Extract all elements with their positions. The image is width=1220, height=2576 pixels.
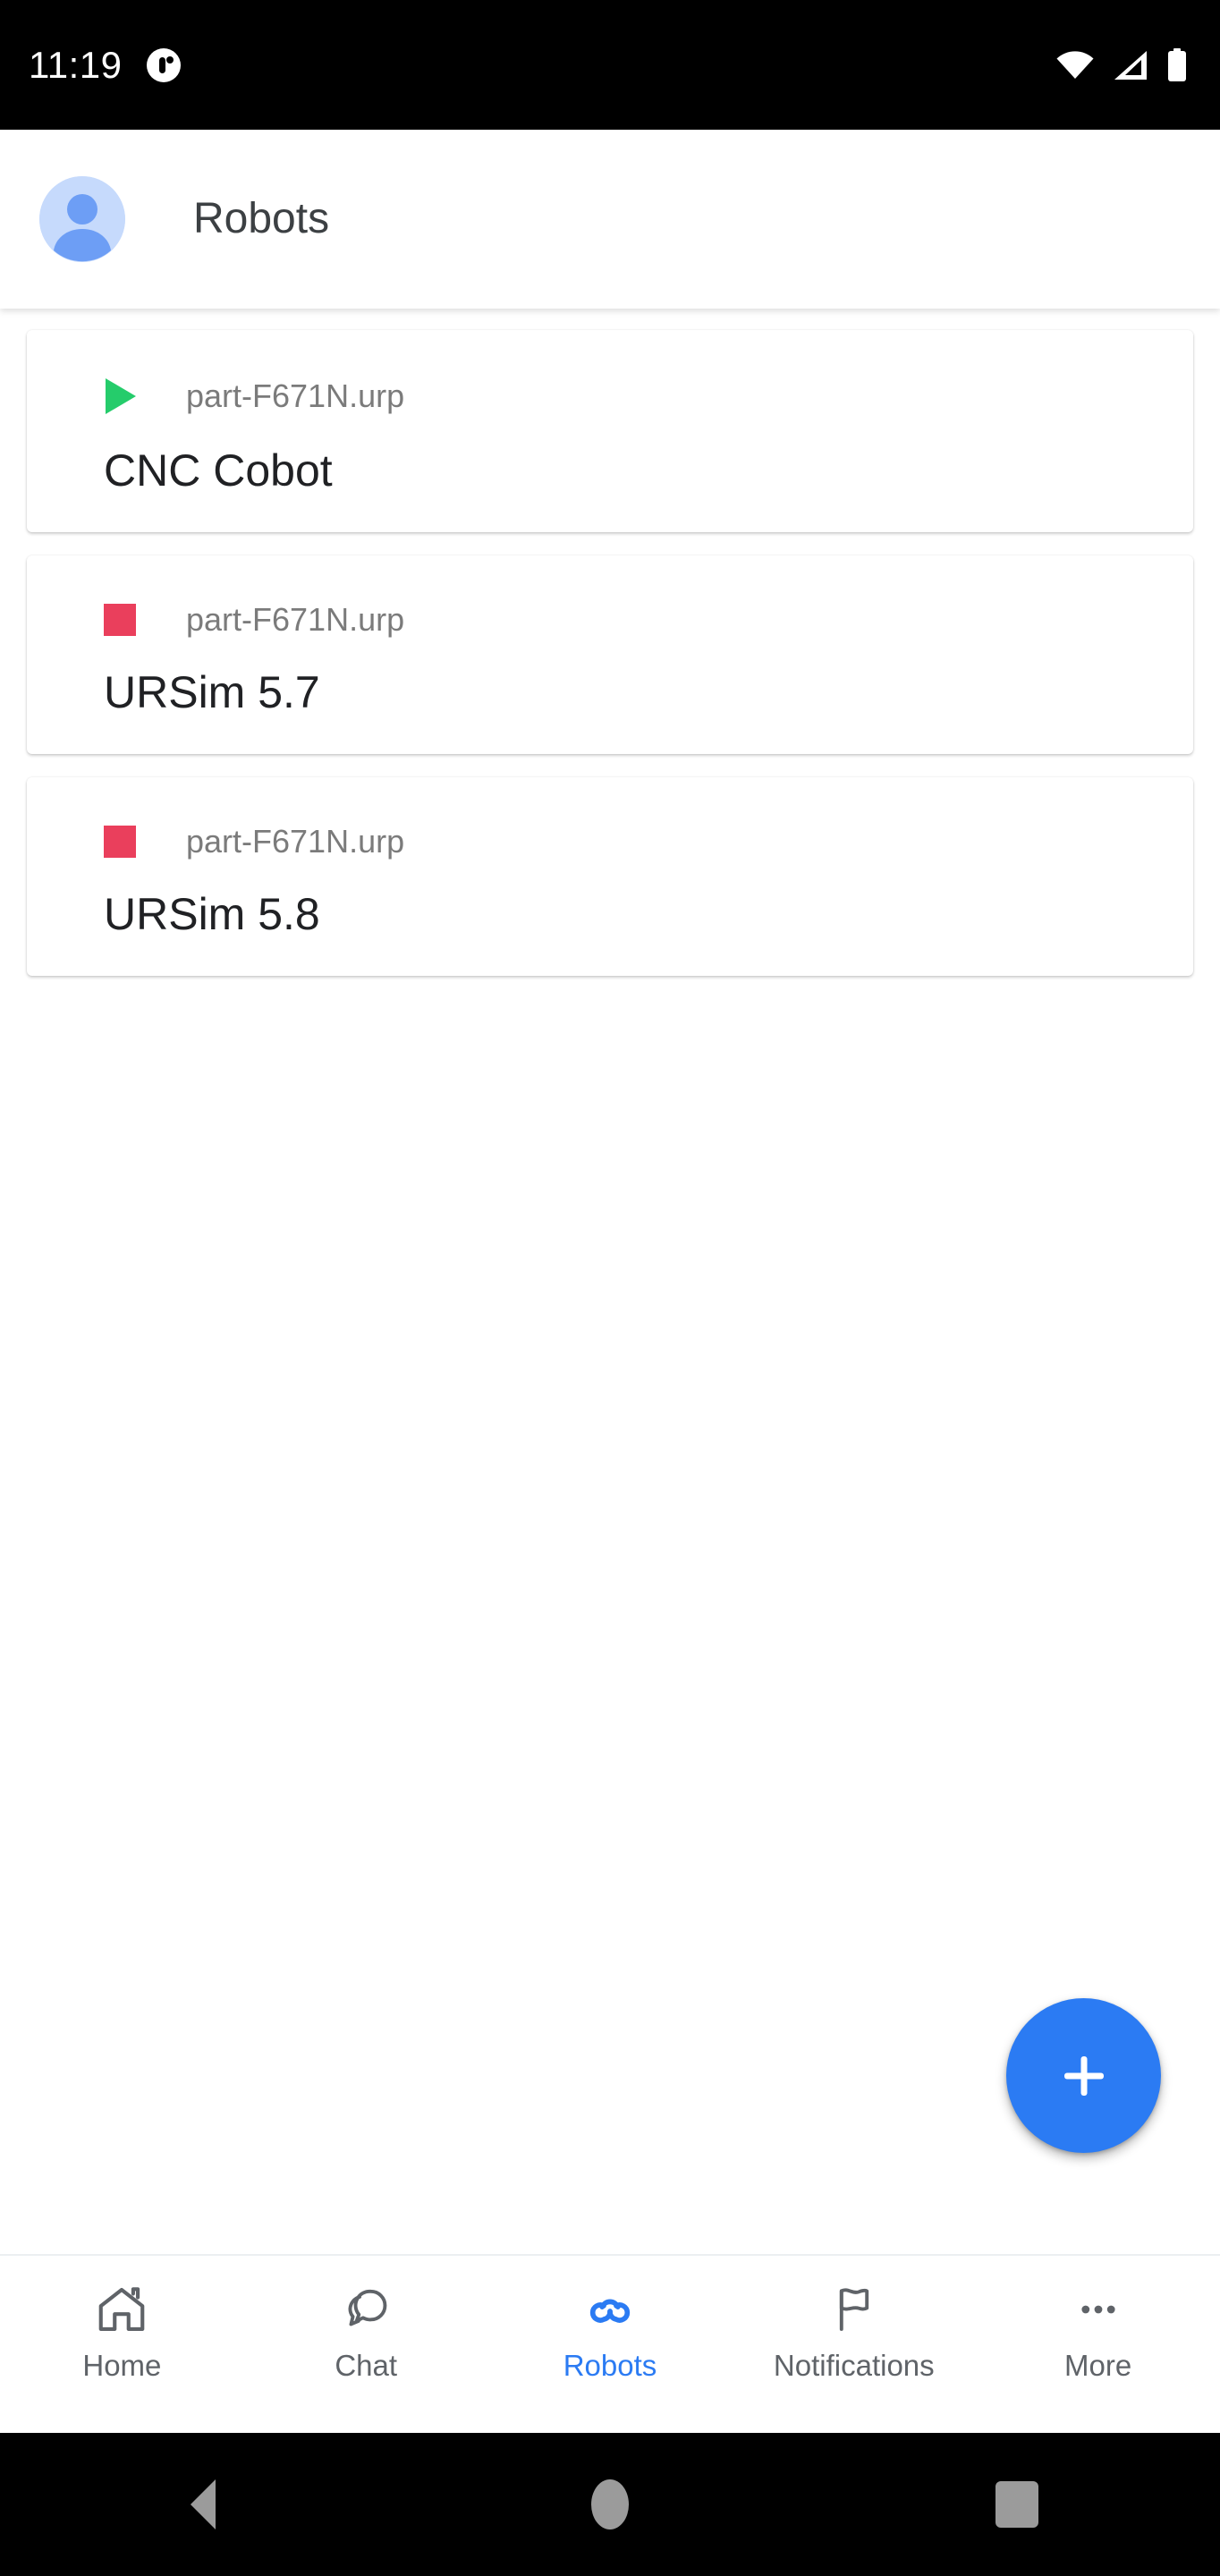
robot-card[interactable]: part-F671N.urp CNC Cobot — [27, 330, 1193, 532]
robot-program-name: part-F671N.urp — [186, 823, 405, 860]
status-bar-left: 11:19 — [29, 43, 182, 86]
battery-full-icon — [1166, 47, 1188, 82]
back-triangle-icon — [191, 2479, 216, 2529]
robot-card[interactable]: part-F671N.urp URSim 5.8 — [27, 777, 1193, 976]
system-home-button[interactable] — [407, 2479, 814, 2529]
status-bar-right — [1055, 47, 1188, 82]
wifi-full-icon — [1055, 50, 1095, 80]
robot-card-status-row: part-F671N.urp — [27, 604, 1193, 636]
play-icon — [106, 378, 136, 414]
system-navigation-bar — [0, 2433, 1220, 2576]
nav-label: Robots — [563, 2349, 657, 2382]
app-bar: Robots — [0, 130, 1220, 309]
nav-item-robots[interactable]: Robots — [488, 2281, 733, 2380]
chat-bubble-icon — [338, 2281, 394, 2338]
add-robot-fab[interactable] — [1006, 1998, 1161, 2153]
page-title: Robots — [193, 195, 330, 242]
robots-loop-icon — [582, 2281, 638, 2338]
nav-label: Home — [82, 2349, 162, 2382]
stop-icon — [104, 604, 136, 636]
bottom-navigation: Home Chat Robots Notifications More — [0, 2254, 1220, 2433]
nav-item-notifications[interactable]: Notifications — [732, 2281, 976, 2380]
robot-name: URSim 5.7 — [104, 667, 320, 717]
nav-item-more[interactable]: More — [976, 2281, 1220, 2380]
avatar[interactable] — [39, 176, 125, 262]
app-root: 11:19 Robots part-F671N.urp CNC Cobot pa… — [0, 0, 1220, 2576]
app-notification-badge-icon — [146, 47, 182, 83]
flag-icon — [826, 2281, 882, 2338]
account-avatar-icon — [39, 176, 125, 262]
stop-icon — [104, 826, 136, 858]
robot-name: URSim 5.8 — [104, 889, 320, 939]
home-icon — [94, 2281, 149, 2338]
cellular-signal-icon — [1113, 50, 1148, 80]
robot-card-status-row: part-F671N.urp — [27, 378, 1193, 414]
robot-list: part-F671N.urp CNC Cobot part-F671N.urp … — [0, 309, 1220, 2254]
nav-item-home[interactable]: Home — [0, 2281, 244, 2380]
robot-name: CNC Cobot — [104, 445, 333, 496]
plus-icon — [1063, 2055, 1104, 2096]
nav-label: More — [1063, 2349, 1132, 2382]
nav-label: Notifications — [773, 2349, 935, 2382]
system-recents-button[interactable] — [813, 2481, 1220, 2528]
more-horizontal-icon — [1071, 2281, 1126, 2338]
nav-item-chat[interactable]: Chat — [244, 2281, 488, 2380]
robot-program-name: part-F671N.urp — [186, 601, 405, 638]
status-clock: 11:19 — [29, 43, 123, 86]
system-back-button[interactable] — [0, 2479, 407, 2529]
status-bar: 11:19 — [0, 0, 1220, 130]
robot-program-name: part-F671N.urp — [186, 377, 405, 414]
robot-card-status-row: part-F671N.urp — [27, 826, 1193, 858]
robot-card[interactable]: part-F671N.urp URSim 5.7 — [27, 555, 1193, 754]
home-circle-icon — [591, 2479, 629, 2529]
nav-label: Chat — [335, 2349, 398, 2382]
recents-square-icon — [995, 2481, 1038, 2528]
